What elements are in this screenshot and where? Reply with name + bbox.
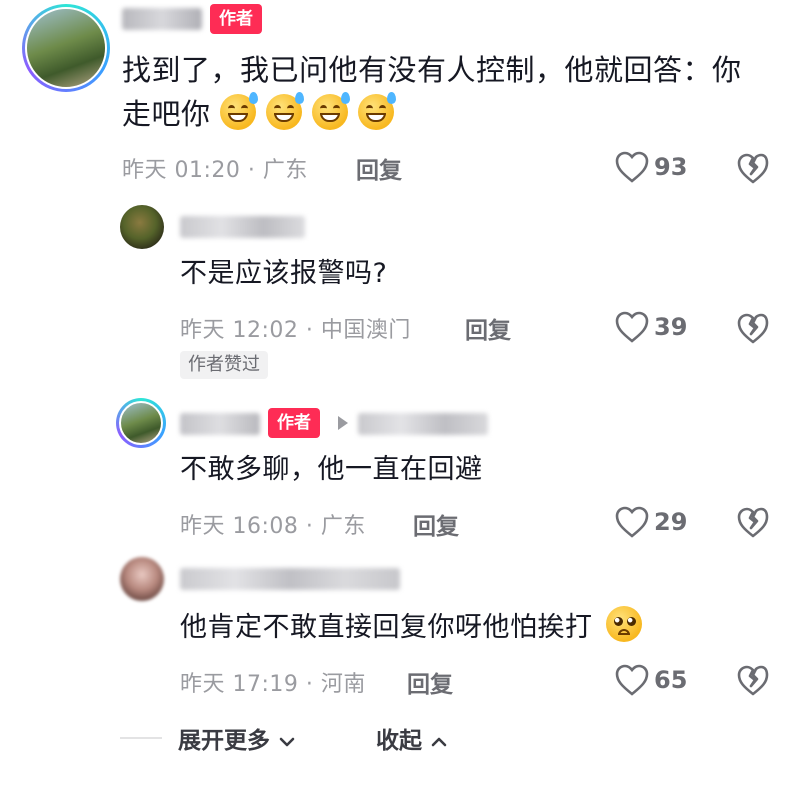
reply-button[interactable]: 回复 [413,507,459,541]
reply-to-arrow-icon [338,416,348,430]
username-blurred[interactable] [180,216,305,238]
username-blurred[interactable] [180,413,260,435]
grinning-sweat-emoji-icon [220,92,259,130]
avatar[interactable] [116,398,166,448]
heart-icon [615,506,649,538]
reply-button[interactable]: 回复 [356,151,402,185]
expand-more-button[interactable]: 展开更多 [178,721,296,755]
broken-heart-icon[interactable] [736,311,770,345]
collapse-button[interactable]: 收起 [376,721,448,755]
like-button[interactable]: 29 [614,505,687,539]
like-button[interactable]: 65 [614,663,687,697]
like-count: 39 [654,313,688,341]
chevron-up-icon [431,737,447,746]
expand-more-label: 展开更多 [178,728,270,754]
author-badge: 作者 [268,408,320,438]
grinning-sweat-emoji-icon [358,92,397,130]
author-liked-tag: 作者赞过 [180,351,268,379]
broken-heart-icon[interactable] [736,505,770,539]
comment-meta: 昨天 01:20 · 广东 [122,158,308,183]
pleading-face-emoji-icon [605,606,642,642]
comment-meta: 昨天 17:19 · 河南 [180,672,366,697]
heart-icon [615,151,649,183]
author-badge: 作者 [210,4,262,34]
heart-icon [615,664,649,696]
comment-text: 不是应该报警吗? [180,258,388,289]
comment-text-line-2: 走吧你 [122,97,211,131]
grinning-sweat-emoji-icon [266,92,305,130]
grinning-sweat-emoji-icon [312,92,351,130]
heart-icon [615,311,649,343]
comment-text-line-1: 找到了，我已问他有没有人控制，他就回答：你 [122,53,742,87]
comment-text: 找到了，我已问他有没有人控制，他就回答：你 走吧你 [122,48,782,136]
reply-button[interactable]: 回复 [465,311,511,345]
username-blurred[interactable] [122,8,202,30]
like-count: 29 [654,508,688,536]
avatar[interactable] [120,205,164,249]
like-count: 93 [654,153,688,181]
broken-heart-icon[interactable] [736,663,770,697]
collapse-label: 收起 [376,728,422,754]
like-button[interactable]: 93 [614,150,687,184]
username-blurred[interactable] [180,568,400,590]
comment-meta: 昨天 16:08 · 广东 [180,514,366,539]
comment-meta: 昨天 12:02 · 中国澳门 [180,318,411,343]
like-count: 65 [654,666,688,694]
like-button[interactable]: 39 [614,310,687,344]
comment-text: 他肯定不敢直接回复你呀他怕挨打 [180,606,652,650]
chevron-down-icon [279,737,295,746]
avatar[interactable] [120,557,164,601]
comment-text-body: 他肯定不敢直接回复你呀他怕挨打 [180,612,593,643]
avatar[interactable] [22,4,110,92]
divider-line [120,737,162,739]
comment-text: 不敢多聊，他一直在回避 [180,454,483,485]
reply-button[interactable]: 回复 [407,665,453,699]
reply-to-username-blurred[interactable] [358,413,488,435]
broken-heart-icon[interactable] [736,151,770,185]
